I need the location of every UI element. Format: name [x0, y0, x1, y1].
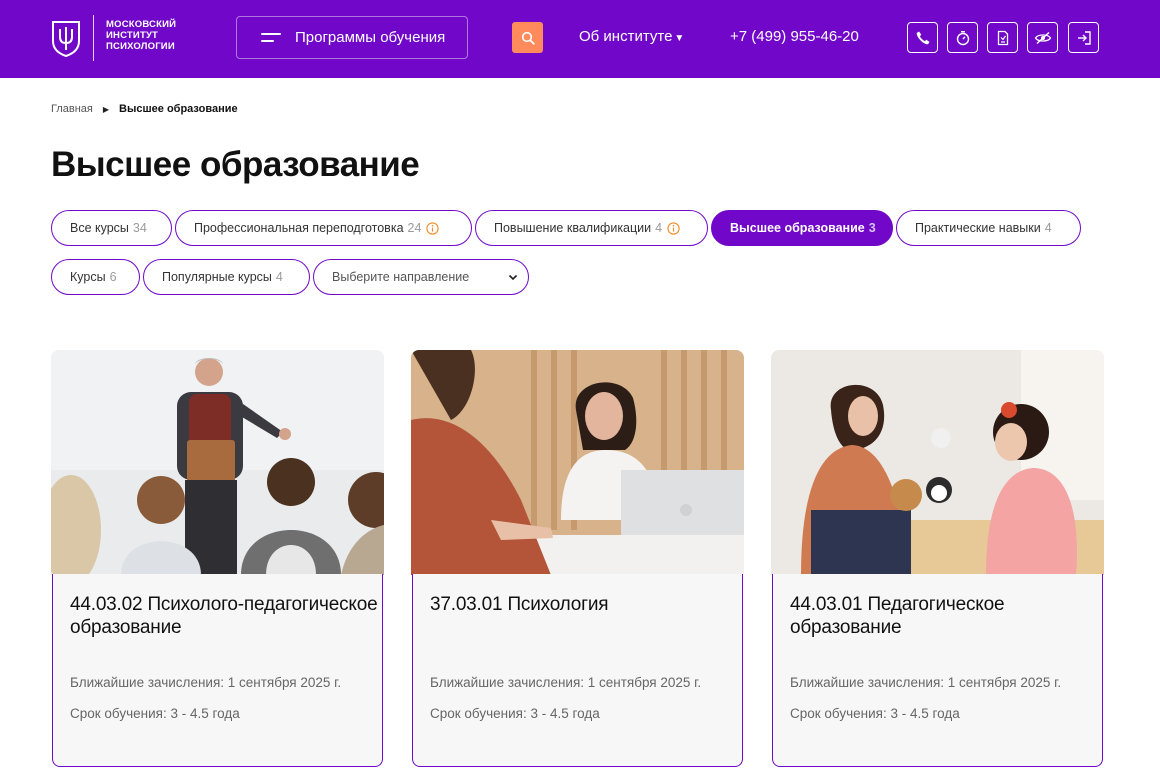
filter-label: Популярные курсы — [162, 270, 272, 284]
filter-courses[interactable]: Курсы 6 — [51, 259, 140, 295]
filter-count: 24 — [407, 221, 422, 235]
search-icon — [521, 31, 535, 45]
program-enrollment: Ближайшие зачисления: 1 сентября 2025 г. — [70, 675, 342, 690]
program-title[interactable]: 37.03.01 Психология — [430, 593, 740, 616]
menu-icon — [261, 33, 281, 45]
filter-label: Повышение квалификации — [494, 221, 652, 235]
filter-count: 4 — [655, 221, 663, 235]
program-enrollment: Ближайшие зачисления: 1 сентября 2025 г. — [430, 675, 702, 690]
info-icon[interactable] — [426, 221, 440, 235]
program-card[interactable]: 37.03.01 Психология Ближайшие зачисления… — [411, 350, 744, 767]
filter-label: Курсы — [70, 270, 106, 284]
program-enrollment: Ближайшие зачисления: 1 сентября 2025 г. — [790, 675, 1062, 690]
program-card[interactable]: 44.03.01 Педагогическое образование Ближ… — [771, 350, 1104, 767]
breadcrumb: Главная ▶ Высшее образование — [51, 103, 238, 115]
teacher-child-photo — [771, 350, 1104, 575]
document-icon — [997, 30, 1008, 45]
filter-higher-education[interactable]: Высшее образование 3 — [711, 210, 893, 246]
filter-count: 6 — [109, 270, 117, 284]
timer-button[interactable] — [947, 22, 978, 53]
programs-menu-label: Программы обучения — [295, 29, 446, 46]
login-button[interactable] — [1068, 22, 1099, 53]
program-card[interactable]: 44.03.02 Психолого-педагогическое образо… — [51, 350, 384, 767]
document-button[interactable] — [987, 22, 1018, 53]
direction-select-placeholder: Выберите направление — [332, 270, 470, 284]
filter-all-courses[interactable]: Все курсы 34 — [51, 210, 172, 246]
phone-number-link[interactable]: +7 (499) 955-46-20 — [730, 28, 859, 45]
about-institute-label: Об институте — [579, 28, 673, 45]
search-button[interactable] — [512, 22, 543, 53]
filter-count: 34 — [132, 221, 147, 235]
filter-count: 3 — [868, 221, 876, 235]
phone-icon — [916, 31, 929, 44]
filter-qualification-upgrade[interactable]: Повышение квалификации 4 — [475, 210, 708, 246]
institute-name[interactable]: МОСКОВСКИЙ ИНСТИТУТ ПСИХОЛОГИИ — [106, 19, 176, 52]
logo-line: ИНСТИТУТ — [106, 30, 159, 41]
filter-count: 4 — [1044, 221, 1052, 235]
filter-label: Все курсы — [70, 221, 129, 235]
breadcrumb-separator-icon: ▶ — [102, 104, 110, 114]
chevron-down-icon — [508, 274, 518, 280]
info-icon[interactable] — [667, 221, 680, 235]
about-institute-dropdown[interactable]: Об институте ▼ — [579, 28, 684, 45]
breadcrumb-current: Высшее образование — [119, 103, 238, 115]
consultation-photo — [411, 350, 744, 575]
accessibility-button[interactable] — [1027, 22, 1058, 53]
institute-logo-icon[interactable] — [51, 19, 81, 57]
stopwatch-icon — [956, 30, 969, 45]
program-card-body: 44.03.02 Психолого-педагогическое образо… — [52, 574, 383, 767]
caret-down-icon: ▼ — [674, 33, 685, 44]
program-card-body: 37.03.01 Психология Ближайшие зачисления… — [412, 574, 743, 767]
logo-divider — [93, 15, 94, 61]
call-button[interactable] — [907, 22, 938, 53]
logo-line: ПСИХОЛОГИИ — [106, 41, 175, 52]
filter-practical-skills[interactable]: Практические навыки 4 — [896, 210, 1081, 246]
filter-label: Высшее образование — [730, 221, 865, 235]
direction-select[interactable]: Выберите направление — [313, 259, 529, 295]
program-duration: Срок обучения: 3 - 4.5 года — [430, 706, 600, 721]
program-duration: Срок обучения: 3 - 4.5 года — [70, 706, 240, 721]
filter-popular-courses[interactable]: Популярные курсы 4 — [143, 259, 310, 295]
program-card-body: 44.03.01 Педагогическое образование Ближ… — [772, 574, 1103, 767]
program-title[interactable]: 44.03.02 Психолого-педагогическое образо… — [70, 593, 380, 639]
filter-professional-retraining[interactable]: Профессиональная переподготовка 24 — [175, 210, 472, 246]
filter-count: 4 — [275, 270, 283, 284]
lecture-photo — [51, 350, 384, 575]
page-title: Высшее образование — [51, 145, 420, 184]
program-title[interactable]: 44.03.01 Педагогическое образование — [790, 593, 1100, 639]
breadcrumb-home-link[interactable]: Главная — [51, 103, 93, 115]
program-duration: Срок обучения: 3 - 4.5 года — [790, 706, 960, 721]
programs-menu-button[interactable]: Программы обучения — [236, 16, 468, 59]
login-icon — [1077, 30, 1091, 45]
filter-label: Профессиональная переподготовка — [194, 221, 404, 235]
site-header: МОСКОВСКИЙ ИНСТИТУТ ПСИХОЛОГИИ Программы… — [0, 0, 1160, 78]
filter-label: Практические навыки — [915, 221, 1041, 235]
eye-off-icon — [1034, 31, 1051, 44]
logo-line: МОСКОВСКИЙ — [106, 19, 177, 30]
